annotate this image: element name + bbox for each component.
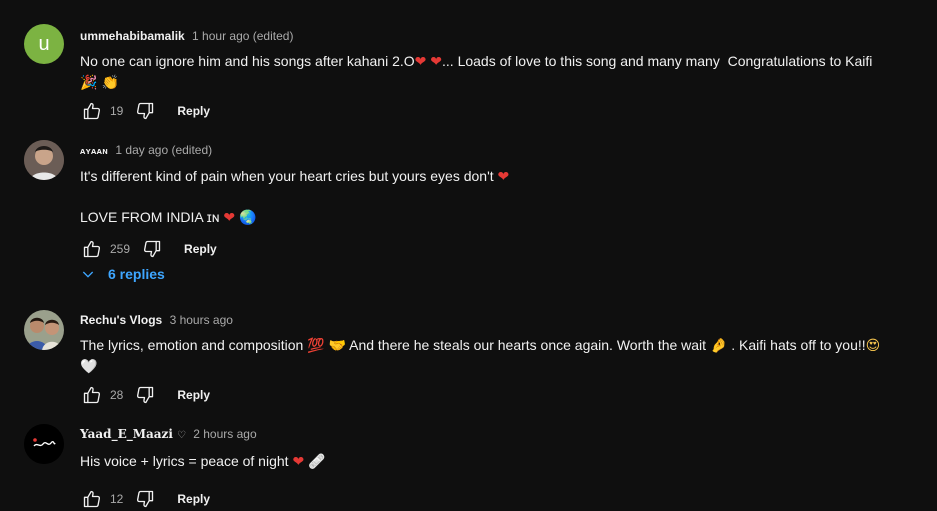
chevron-down-icon xyxy=(82,271,94,278)
comment-text-part: And there he steals our hearts once agai… xyxy=(349,337,707,353)
heart-emoji: ❤ xyxy=(497,169,510,185)
dislike-button[interactable] xyxy=(133,383,157,407)
comment-text: No one can ignore him and his songs afte… xyxy=(80,50,897,73)
comment-meta: ᴀʏᴀᴀɴ 1 day ago (edited) xyxy=(80,142,897,159)
comment-body: ᴀʏᴀᴀɴ 1 day ago (edited) It's different … xyxy=(80,142,897,261)
comment-text-part: His voice + lyrics = peace of night xyxy=(80,453,289,469)
comment-4: Yaad_E_Maazi ♡ 2 hours ago His voice + ly… xyxy=(24,424,897,508)
reply-button[interactable]: Reply xyxy=(177,388,210,402)
comment-1: u ummehabibamalik 1 hour ago (edited) No… xyxy=(24,24,897,120)
thumbs-up-icon xyxy=(83,490,101,508)
avatar-logo xyxy=(24,424,64,464)
thumbs-down-icon xyxy=(144,240,161,258)
handshake-emoji: 🤝 xyxy=(328,338,346,354)
comment-2: ᴀʏᴀᴀɴ 1 day ago (edited) It's different … xyxy=(24,140,897,258)
comment-text-part: The lyrics, emotion and composition xyxy=(80,337,304,353)
comment-text-part: . Kaifi hats off to you!! xyxy=(731,337,866,353)
heart-outline-icon: ♡ xyxy=(176,430,186,441)
comment-time[interactable]: 1 hour ago (edited) xyxy=(192,29,293,43)
view-replies-button[interactable]: 6 replies xyxy=(80,266,165,282)
comment-time[interactable]: 2 hours ago xyxy=(193,427,256,441)
author-name[interactable]: ummehabibamalik xyxy=(80,29,185,43)
comment-body: Rechu's Vlogs 3 hours ago The lyrics, em… xyxy=(80,312,897,407)
comment-meta: Rechu's Vlogs 3 hours ago xyxy=(80,312,897,328)
dislike-button[interactable] xyxy=(140,237,164,261)
comment-text-part: It's different kind of pain when your he… xyxy=(80,168,494,184)
comment-actions: 12 Reply xyxy=(80,487,897,511)
thumbs-up-icon xyxy=(83,240,101,258)
bandage-emoji: 🩹 xyxy=(308,454,326,470)
comment-time[interactable]: 1 day ago (edited) xyxy=(115,143,212,157)
like-button[interactable] xyxy=(80,383,104,407)
like-button[interactable] xyxy=(80,237,104,261)
heart-emoji: ❤ xyxy=(223,210,236,226)
heart-eyes-emoji: 😍 xyxy=(865,338,881,354)
comment-emoji-line: 🎉 👏 xyxy=(80,75,120,91)
avatar-letter: u xyxy=(38,32,50,55)
like-count: 12 xyxy=(110,492,124,506)
thumbs-down-icon xyxy=(137,102,154,120)
author-name[interactable]: Yaad_E_Maazi xyxy=(80,427,173,441)
comment-text: LOVE FROM INDIA ɪɴ ❤ 🌏 xyxy=(80,206,897,229)
comment-text-part: LOVE FROM INDIA ɪɴ xyxy=(80,209,220,225)
like-count: 259 xyxy=(110,242,131,256)
heart-emoji: ❤ xyxy=(414,54,427,70)
replies-count-label: 6 replies xyxy=(108,266,165,282)
avatar[interactable] xyxy=(24,310,64,350)
comment-time[interactable]: 3 hours ago xyxy=(170,313,233,327)
like-button[interactable] xyxy=(80,487,104,511)
reply-button[interactable]: Reply xyxy=(177,104,210,118)
heart-emoji: ❤ xyxy=(292,454,305,470)
comment-actions: 259 Reply xyxy=(80,237,897,261)
reply-button[interactable]: Reply xyxy=(184,242,217,256)
avatar[interactable] xyxy=(24,140,64,180)
comment-actions: 28 Reply xyxy=(80,383,897,407)
thumbs-down-icon xyxy=(137,490,154,508)
comment-actions: 19 Reply xyxy=(80,99,897,123)
thumbs-up-icon xyxy=(83,102,101,120)
comment-text: The lyrics, emotion and composition 💯 🤝 … xyxy=(80,334,897,357)
comment-meta: Yaad_E_Maazi ♡ 2 hours ago xyxy=(80,426,897,444)
author-name[interactable]: ᴀʏᴀᴀɴ xyxy=(80,146,108,156)
comment-body: Yaad_E_Maazi ♡ 2 hours ago His voice + ly… xyxy=(80,426,897,511)
comment-body: ummehabibamalik 1 hour ago (edited) No o… xyxy=(80,28,897,123)
like-button[interactable] xyxy=(80,99,104,123)
dislike-button[interactable] xyxy=(133,99,157,123)
comment-text: His voice + lyrics = peace of night ❤ 🩹 xyxy=(80,450,897,473)
like-count: 28 xyxy=(110,388,124,402)
thumbs-down-icon xyxy=(137,386,154,404)
white-heart-emoji: 🤍 xyxy=(80,359,98,375)
pinched-fingers-emoji: 🤌 xyxy=(709,338,728,354)
comment-text: It's different kind of pain when your he… xyxy=(80,165,897,188)
avatar-photo xyxy=(24,140,64,180)
comment-meta: ummehabibamalik 1 hour ago (edited) xyxy=(80,28,897,44)
comment-3: Rechu's Vlogs 3 hours ago The lyrics, em… xyxy=(24,310,897,405)
reply-button[interactable]: Reply xyxy=(177,492,210,506)
avatar[interactable] xyxy=(24,424,64,464)
like-count: 19 xyxy=(110,104,124,118)
globe-emoji: 🌏 xyxy=(239,210,257,226)
dislike-button[interactable] xyxy=(133,487,157,511)
heart-emoji: ❤ xyxy=(430,54,443,70)
thumbs-up-icon xyxy=(83,386,101,404)
avatar[interactable]: u xyxy=(24,24,64,64)
avatar-photo xyxy=(24,310,64,350)
comment-text-part: No one can ignore him and his songs afte… xyxy=(80,53,415,69)
author-name[interactable]: Rechu's Vlogs xyxy=(80,313,162,327)
comment-text-part: ... Loads of love to this song and many … xyxy=(442,53,873,69)
hundred-emoji: 💯 xyxy=(307,338,325,354)
